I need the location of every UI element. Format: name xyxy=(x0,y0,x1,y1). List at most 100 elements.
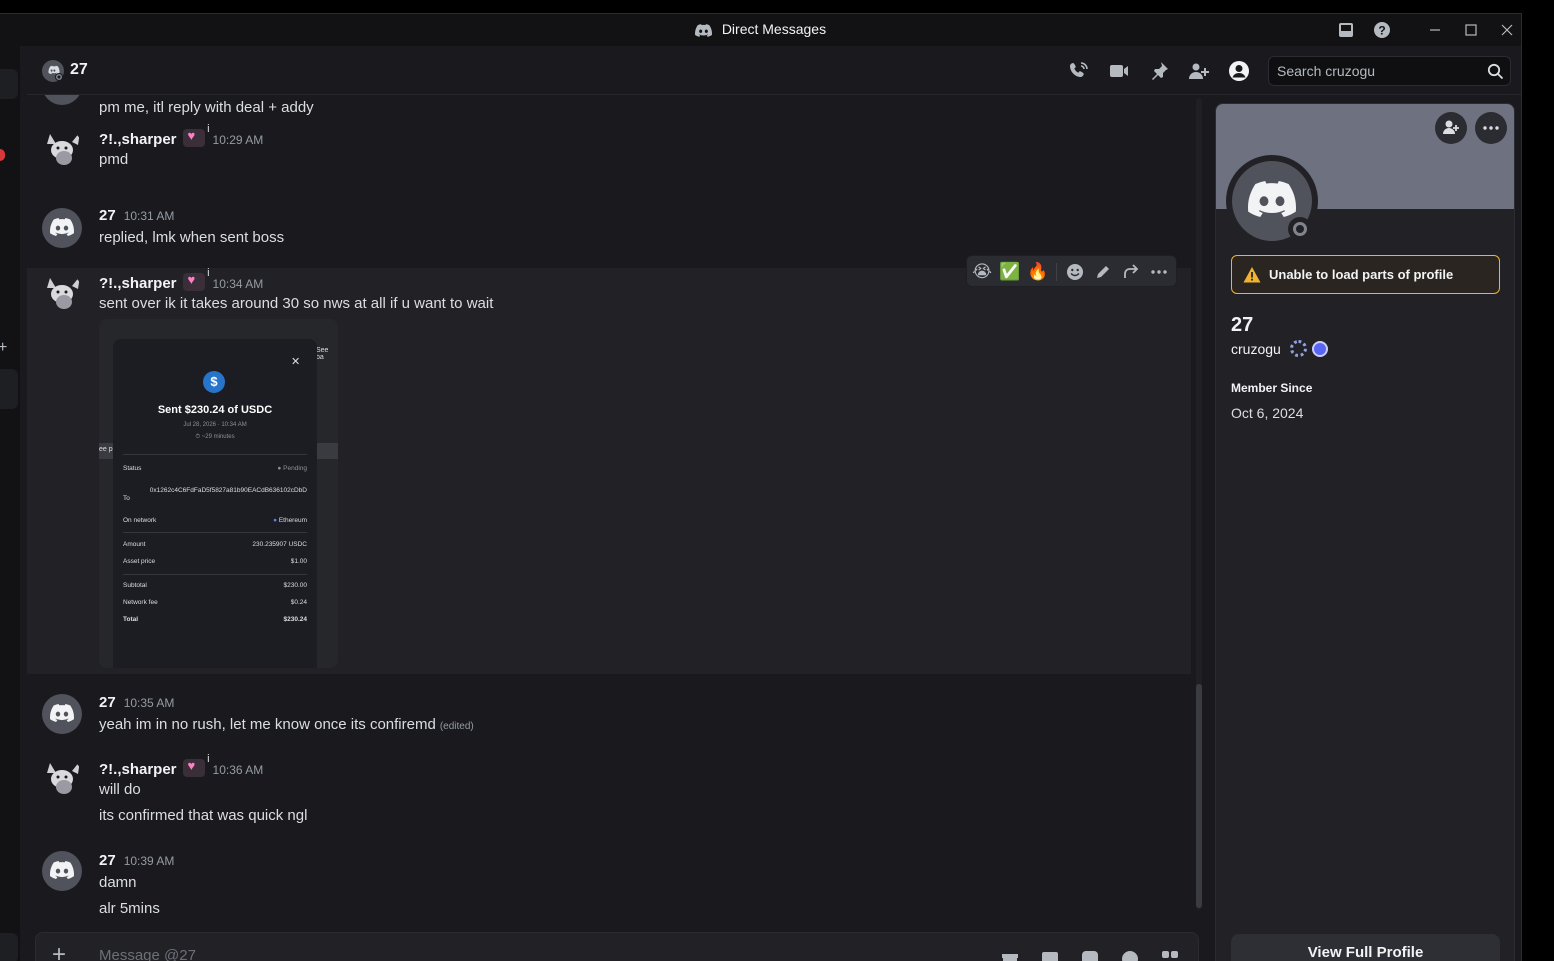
reaction-fire-button[interactable]: 🔥 xyxy=(1027,261,1049,283)
forward-icon[interactable] xyxy=(1120,261,1142,283)
message-text: yeah im in no rush, let me know once its… xyxy=(99,716,474,733)
receipt-date: Jul 28, 2026 · 10:34 AM xyxy=(183,422,247,428)
timestamp: 10:31 AM xyxy=(123,209,175,223)
user-profile-panel: Unable to load parts of profile 27 cruzo… xyxy=(1215,103,1515,961)
unread-indicator xyxy=(0,149,5,161)
list-item: ?!.,sharper i10:34 AM sent over ik it tak… xyxy=(27,267,1191,674)
message-input[interactable] xyxy=(99,947,899,961)
user-profile-icon[interactable] xyxy=(1228,60,1250,82)
scrollbar-thumb[interactable] xyxy=(1196,684,1202,908)
maximize-icon[interactable] xyxy=(1461,20,1481,40)
message-actions-toolbar: 😭 ✅ 🔥 xyxy=(966,255,1177,287)
voice-call-icon[interactable] xyxy=(1068,60,1090,82)
dm-title: 27 xyxy=(70,61,88,78)
sidebar-item[interactable] xyxy=(0,933,18,961)
message-composer[interactable]: + xyxy=(35,932,1199,961)
receipt-card: ✕ $ Sent $230.24 of USDC Jul 28, 2026 · … xyxy=(113,339,317,668)
message-header: ?!.,sharper i10:29 AM xyxy=(99,123,263,148)
message-text: damn xyxy=(99,874,137,891)
add-icon[interactable]: + xyxy=(0,339,7,357)
apps-icon[interactable] xyxy=(1160,949,1182,961)
svg-text:?: ? xyxy=(1378,24,1385,38)
username[interactable]: ?!.,sharper xyxy=(99,761,177,778)
list-item: 27 10:35 AM yeah im in no rush, let me kn… xyxy=(27,685,1191,745)
sticker-icon[interactable] xyxy=(1080,949,1102,961)
gift-icon[interactable] xyxy=(1000,949,1022,961)
close-icon: ✕ xyxy=(291,356,301,368)
message-text: pm me, itl reply with deal + addy xyxy=(99,99,314,116)
timestamp: 10:36 AM xyxy=(212,763,264,777)
more-icon[interactable] xyxy=(1148,261,1170,283)
avatar[interactable] xyxy=(42,757,82,797)
help-icon[interactable]: ? xyxy=(1372,20,1392,40)
search-input[interactable] xyxy=(1277,63,1477,79)
message-header: 27 10:31 AM xyxy=(99,207,174,224)
avatar[interactable] xyxy=(42,128,82,168)
warning-text: Unable to load parts of profile xyxy=(1269,267,1454,282)
message-list[interactable]: pm me, itl reply with deal + addy ?!.,sh… xyxy=(27,95,1199,935)
message-text: its confirmed that was quick ngl xyxy=(99,807,308,824)
view-full-profile-button[interactable]: View Full Profile xyxy=(1231,934,1500,961)
attach-plus-icon[interactable]: + xyxy=(52,943,76,961)
message-text: sent over ik it takes around 30 so nws a… xyxy=(99,295,494,312)
avatar[interactable] xyxy=(42,694,82,734)
member-since-label: Member Since xyxy=(1231,381,1313,395)
video-call-icon[interactable] xyxy=(1108,60,1130,82)
inbox-icon[interactable] xyxy=(1336,20,1356,40)
sidebar-item[interactable] xyxy=(0,69,18,99)
list-item: ?!.,sharper i10:36 AM will do its confirm… xyxy=(27,751,1191,841)
avatar[interactable] xyxy=(42,95,82,105)
message-header: 27 10:35 AM xyxy=(99,694,174,711)
usdc-icon: $ xyxy=(203,371,225,393)
message-text: alr 5mins xyxy=(99,900,160,917)
message-header: 27 10:39 AM xyxy=(99,852,174,869)
avatar[interactable] xyxy=(42,272,82,312)
avatar[interactable] xyxy=(42,208,82,248)
title-bar: Direct Messages ? xyxy=(0,14,1521,46)
profile-username[interactable]: cruzogu xyxy=(1231,341,1281,357)
server-sidebar-edge: + xyxy=(0,46,20,961)
divider xyxy=(123,532,307,533)
username[interactable]: ?!.,sharper xyxy=(99,131,177,148)
profile-display-name: 27 xyxy=(1231,314,1254,336)
emoji-icon[interactable] xyxy=(1120,949,1142,961)
heart-icon: i xyxy=(182,753,210,777)
gif-icon[interactable] xyxy=(1040,949,1062,961)
reaction-check-button[interactable]: ✅ xyxy=(999,261,1021,283)
avatar[interactable] xyxy=(42,851,82,891)
message-text: replied, lmk when sent boss xyxy=(99,229,285,246)
search-icon[interactable] xyxy=(1487,63,1504,80)
timestamp: 10:34 AM xyxy=(212,277,264,291)
close-icon[interactable] xyxy=(1497,20,1517,40)
search-bar[interactable] xyxy=(1268,56,1511,86)
window-title: Direct Messages xyxy=(0,21,1521,40)
add-friend-button[interactable] xyxy=(1435,112,1467,144)
sidebar-item[interactable] xyxy=(0,369,18,409)
add-friends-icon[interactable] xyxy=(1188,60,1210,82)
offline-status-icon xyxy=(1288,217,1312,241)
window-title-text: Direct Messages xyxy=(721,21,827,37)
receipt-eta: ⏱ ~29 minutes xyxy=(195,434,235,440)
more-icon[interactable] xyxy=(1475,112,1507,144)
list-item: 27 10:39 AM damn alr 5mins xyxy=(27,842,1191,932)
minimize-icon[interactable] xyxy=(1425,20,1445,40)
divider xyxy=(1056,263,1057,281)
image-attachment[interactable]: ee p See ba ✕ $ Sent $230.24 of USDC Jul… xyxy=(99,319,338,668)
username[interactable]: 27 xyxy=(99,852,116,869)
pin-icon[interactable] xyxy=(1148,60,1170,82)
receipt-row: To 0x1262c4C6FdFaD5f5827a81b90EACdB636102… xyxy=(123,487,307,502)
avatar[interactable] xyxy=(42,60,64,82)
username[interactable]: ?!.,sharper xyxy=(99,275,177,292)
username[interactable]: 27 xyxy=(99,694,116,711)
quest-badge-icon[interactable] xyxy=(1312,341,1328,357)
discord-icon xyxy=(694,24,712,40)
message-text: pmd xyxy=(99,151,129,168)
timestamp: 10:39 AM xyxy=(123,854,175,868)
reaction-crying-button[interactable]: 😭 xyxy=(971,261,993,283)
hypesquad-badge-icon[interactable] xyxy=(1290,340,1307,357)
emoji-icon[interactable] xyxy=(1064,261,1086,283)
edit-icon[interactable] xyxy=(1092,261,1114,283)
username[interactable]: 27 xyxy=(99,207,116,224)
see-back-text: See ba xyxy=(316,347,329,361)
heart-icon: i xyxy=(182,123,210,147)
